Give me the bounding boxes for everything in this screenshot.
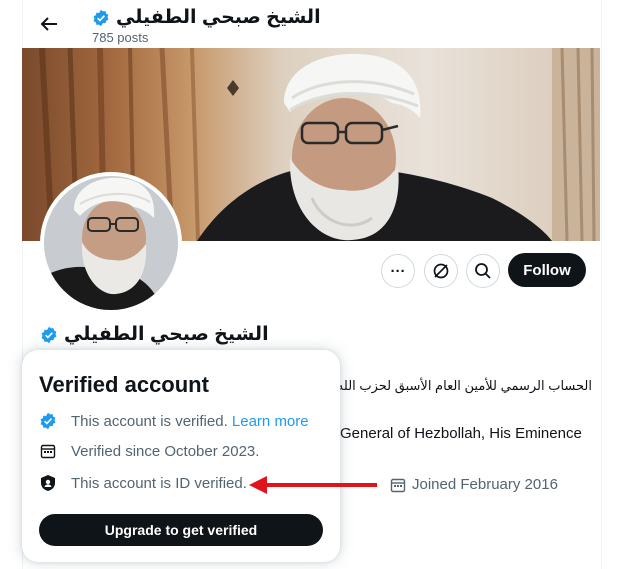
verified-badge-icon[interactable] bbox=[40, 326, 58, 344]
calendar-icon bbox=[390, 478, 406, 492]
verified-since-text: Verified since October 2023. bbox=[71, 442, 260, 460]
header-name: الشيخ صبحي الطفيلي bbox=[92, 6, 321, 29]
bell-off-icon bbox=[433, 263, 449, 279]
joined-text: Joined February 2016 bbox=[412, 476, 558, 493]
calendar-icon bbox=[40, 444, 56, 459]
posts-count: 785 posts bbox=[92, 30, 149, 45]
verified-badge-icon bbox=[93, 9, 109, 26]
upgrade-button[interactable]: Upgrade to get verified bbox=[39, 514, 323, 546]
id-shield-icon bbox=[41, 475, 55, 491]
header-name-text: الشيخ صبحي الطفيلي bbox=[116, 7, 321, 28]
verified-row: This account is verified. Learn more bbox=[39, 412, 309, 430]
avatar-image bbox=[44, 176, 178, 310]
profile-name-text: الشيخ صبحي الطفيلي bbox=[64, 324, 269, 345]
more-options-label: ··· bbox=[390, 262, 406, 280]
verified-text: This account is verified. bbox=[71, 412, 228, 430]
search-button[interactable] bbox=[466, 254, 500, 288]
verified-since-row: Verified since October 2023. bbox=[39, 442, 259, 460]
search-icon bbox=[475, 263, 491, 279]
profile-name: الشيخ صبحي الطفيلي bbox=[40, 323, 269, 346]
profile-avatar[interactable] bbox=[40, 172, 182, 314]
annotation-arrow bbox=[249, 476, 377, 494]
id-verified-row: This account is ID verified. bbox=[39, 474, 247, 492]
joined-date: Joined February 2016 bbox=[390, 476, 558, 493]
popover-title: Verified account bbox=[39, 372, 209, 397]
notifications-off-button[interactable] bbox=[424, 254, 458, 288]
bio-arabic: الحساب الرسمي للأمين العام الأسبق لحزب ا… bbox=[295, 378, 592, 393]
follow-button[interactable]: Follow bbox=[508, 253, 586, 287]
verified-badge-icon bbox=[40, 412, 56, 430]
learn-more-link[interactable]: Learn more bbox=[232, 413, 309, 430]
back-arrow-icon[interactable] bbox=[35, 10, 63, 38]
more-options-button[interactable]: ··· bbox=[381, 254, 415, 288]
id-verified-text: This account is ID verified. bbox=[71, 474, 247, 492]
bio-english: General of Hezbollah, His Eminence bbox=[340, 425, 582, 442]
verified-account-popover: Verified account This account is verifie… bbox=[22, 350, 340, 562]
